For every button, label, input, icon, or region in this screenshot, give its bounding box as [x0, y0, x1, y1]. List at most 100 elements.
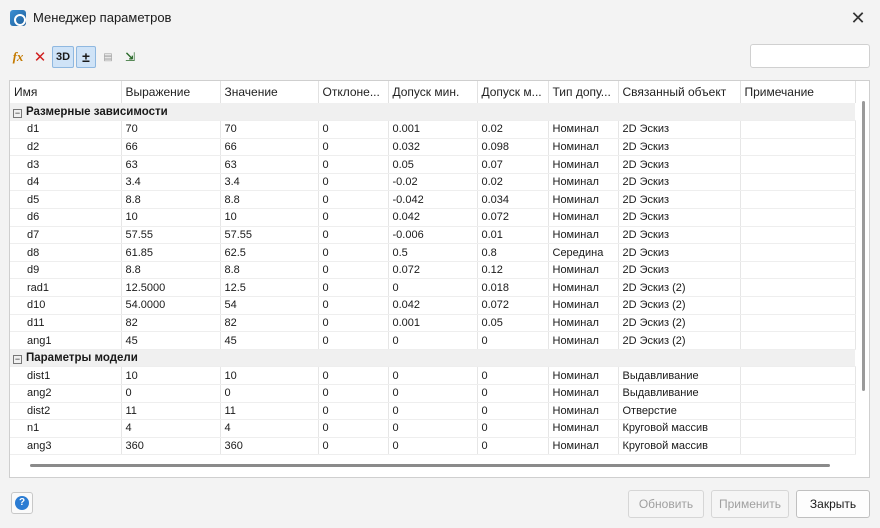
table-row[interactable]: d6 10 10 0 0.042 0.072 Номинал 2D Эскиз — [10, 208, 856, 227]
table-cell[interactable]: 0.098 — [477, 138, 549, 157]
table-cell[interactable]: Номинал — [548, 331, 619, 350]
table-cell[interactable]: d7 — [10, 226, 122, 245]
help-button[interactable]: ? — [11, 492, 33, 514]
table-cell[interactable]: Выдавливание — [618, 384, 741, 403]
table-cell[interactable]: Номинал — [548, 278, 619, 298]
table-cell[interactable]: Номинал — [548, 296, 619, 315]
table-cell[interactable] — [740, 314, 856, 333]
table-cell[interactable]: 12.5000 — [121, 278, 221, 298]
column-header[interactable]: Допуск м... — [477, 81, 549, 103]
close-icon[interactable]: ✕ — [846, 6, 870, 30]
table-cell[interactable]: 0.001 — [388, 120, 478, 139]
table-cell[interactable]: 45 — [220, 331, 319, 350]
table-row[interactable]: d7 57.55 57.55 0 -0.006 0.01 Номинал 2D Эскиз — [10, 226, 856, 245]
table-cell[interactable]: 0.001 — [388, 314, 478, 333]
table-row[interactable]: d10 54.0000 54 0 0.042 0.072 Номинал 2D Эскиз (… — [10, 296, 856, 315]
table-cell[interactable]: Номинал — [548, 402, 619, 421]
table-cell[interactable]: 0 — [318, 208, 389, 227]
table-cell[interactable]: 2D Эскиз — [618, 120, 741, 139]
collapse-icon[interactable]: − — [13, 108, 22, 118]
table-row[interactable]: rad1 12.5000 12.5 0 0 0.018 Номинал 2D Эскиз (2… — [10, 278, 856, 298]
table-cell[interactable]: 2D Эскиз — [618, 138, 741, 157]
table-cell[interactable]: 0.12 — [477, 261, 549, 280]
table-cell[interactable]: 8.8 — [220, 261, 319, 280]
table-cell[interactable]: 0 — [318, 155, 389, 174]
table-row[interactable]: dist1 10 10 0 0 0 Номинал Выдавливание — [10, 366, 856, 385]
table-cell[interactable]: 0.5 — [388, 243, 478, 262]
table-cell[interactable]: Середина — [548, 243, 619, 262]
table-row[interactable]: d9 8.8 8.8 0 0.072 0.12 Номинал 2D Эскиз — [10, 261, 856, 280]
column-header[interactable]: Отклоне... — [318, 81, 389, 103]
fx-icon[interactable]: fx — [8, 46, 28, 68]
table-cell[interactable]: 0 — [318, 419, 389, 438]
group-row[interactable]: − Параметры модели — [10, 349, 855, 368]
table-cell[interactable]: dist1 — [10, 366, 122, 385]
table-cell[interactable]: 0 — [318, 190, 389, 210]
table-cell[interactable]: 0.034 — [477, 190, 549, 210]
table-cell[interactable]: 0 — [318, 384, 389, 403]
table-cell[interactable]: 63 — [220, 155, 319, 174]
table-cell[interactable] — [740, 384, 856, 403]
table-row[interactable]: ang1 45 45 0 0 0 Номинал 2D Эскиз (2) — [10, 331, 856, 350]
table-cell[interactable]: rad1 — [10, 278, 122, 298]
table-cell[interactable]: 0.01 — [477, 226, 549, 245]
table-row[interactable]: d4 3.4 3.4 0 -0.02 0.02 Номинал 2D Эскиз — [10, 173, 856, 192]
table-cell[interactable]: 8.8 — [121, 261, 221, 280]
group-row[interactable]: − Размерные зависимости — [10, 103, 855, 122]
import-icon[interactable]: ▤ — [98, 46, 118, 68]
table-cell[interactable]: d8 — [10, 243, 122, 262]
table-cell[interactable]: 2D Эскиз — [618, 226, 741, 245]
table-cell[interactable]: Круговой массив — [618, 419, 741, 438]
table-cell[interactable]: d9 — [10, 261, 122, 280]
table-cell[interactable]: 82 — [220, 314, 319, 333]
table-cell[interactable]: 10 — [220, 366, 319, 385]
table-cell[interactable]: 360 — [220, 437, 319, 456]
table-cell[interactable]: Отверстие — [618, 402, 741, 421]
table-cell[interactable]: Номинал — [548, 437, 619, 456]
table-cell[interactable]: 2D Эскиз (2) — [618, 278, 741, 298]
table-cell[interactable]: 0.07 — [477, 155, 549, 174]
table-cell[interactable] — [740, 208, 856, 227]
column-header[interactable]: Имя — [10, 81, 122, 103]
table-cell[interactable]: 0.8 — [477, 243, 549, 262]
table-cell[interactable]: 0 — [318, 243, 389, 262]
table-cell[interactable]: Номинал — [548, 419, 619, 438]
table-cell[interactable]: d11 — [10, 314, 122, 333]
table-cell[interactable]: Номинал — [548, 226, 619, 245]
table-cell[interactable]: -0.042 — [388, 190, 478, 210]
table-cell[interactable] — [740, 296, 856, 315]
table-cell[interactable]: 0.032 — [388, 138, 478, 157]
table-cell[interactable] — [740, 261, 856, 280]
table-cell[interactable]: 11 — [121, 402, 221, 421]
table-cell[interactable]: 8.8 — [121, 190, 221, 210]
table-row[interactable]: d5 8.8 8.8 0 -0.042 0.034 Номинал 2D Эскиз — [10, 190, 856, 210]
table-row[interactable]: d11 82 82 0 0.001 0.05 Номинал 2D Эскиз (2) — [10, 314, 856, 333]
table-cell[interactable]: 0 — [388, 437, 478, 456]
table-cell[interactable]: ang2 — [10, 384, 122, 403]
table-cell[interactable]: 0 — [388, 331, 478, 350]
table-cell[interactable]: 61.85 — [121, 243, 221, 262]
table-cell[interactable]: dist2 — [10, 402, 122, 421]
table-row[interactable]: d8 61.85 62.5 0 0.5 0.8 Середина 2D Эскиз — [10, 243, 856, 262]
table-cell[interactable]: 0.05 — [388, 155, 478, 174]
table-cell[interactable] — [740, 331, 856, 350]
table-cell[interactable] — [740, 173, 856, 192]
table-cell[interactable]: d10 — [10, 296, 122, 315]
table-cell[interactable]: 360 — [121, 437, 221, 456]
table-cell[interactable]: 0 — [121, 384, 221, 403]
table-cell[interactable]: 0 — [477, 366, 549, 385]
table-row[interactable]: d3 63 63 0 0.05 0.07 Номинал 2D Эскиз — [10, 155, 856, 174]
table-cell[interactable]: 2D Эскиз (2) — [618, 296, 741, 315]
collapse-icon[interactable]: − — [13, 355, 22, 365]
table-cell[interactable] — [740, 120, 856, 139]
table-cell[interactable] — [740, 243, 856, 262]
refresh-button[interactable]: Обновить — [628, 490, 704, 518]
table-row[interactable]: ang2 0 0 0 0 0 Номинал Выдавливание — [10, 384, 856, 403]
column-header[interactable]: Тип допу... — [548, 81, 619, 103]
table-cell[interactable] — [740, 366, 856, 385]
table-cell[interactable]: Круговой массив — [618, 437, 741, 456]
table-cell[interactable]: 2D Эскиз — [618, 208, 741, 227]
table-cell[interactable] — [740, 155, 856, 174]
table-cell[interactable]: 12.5 — [220, 278, 319, 298]
table-cell[interactable]: 0 — [477, 384, 549, 403]
